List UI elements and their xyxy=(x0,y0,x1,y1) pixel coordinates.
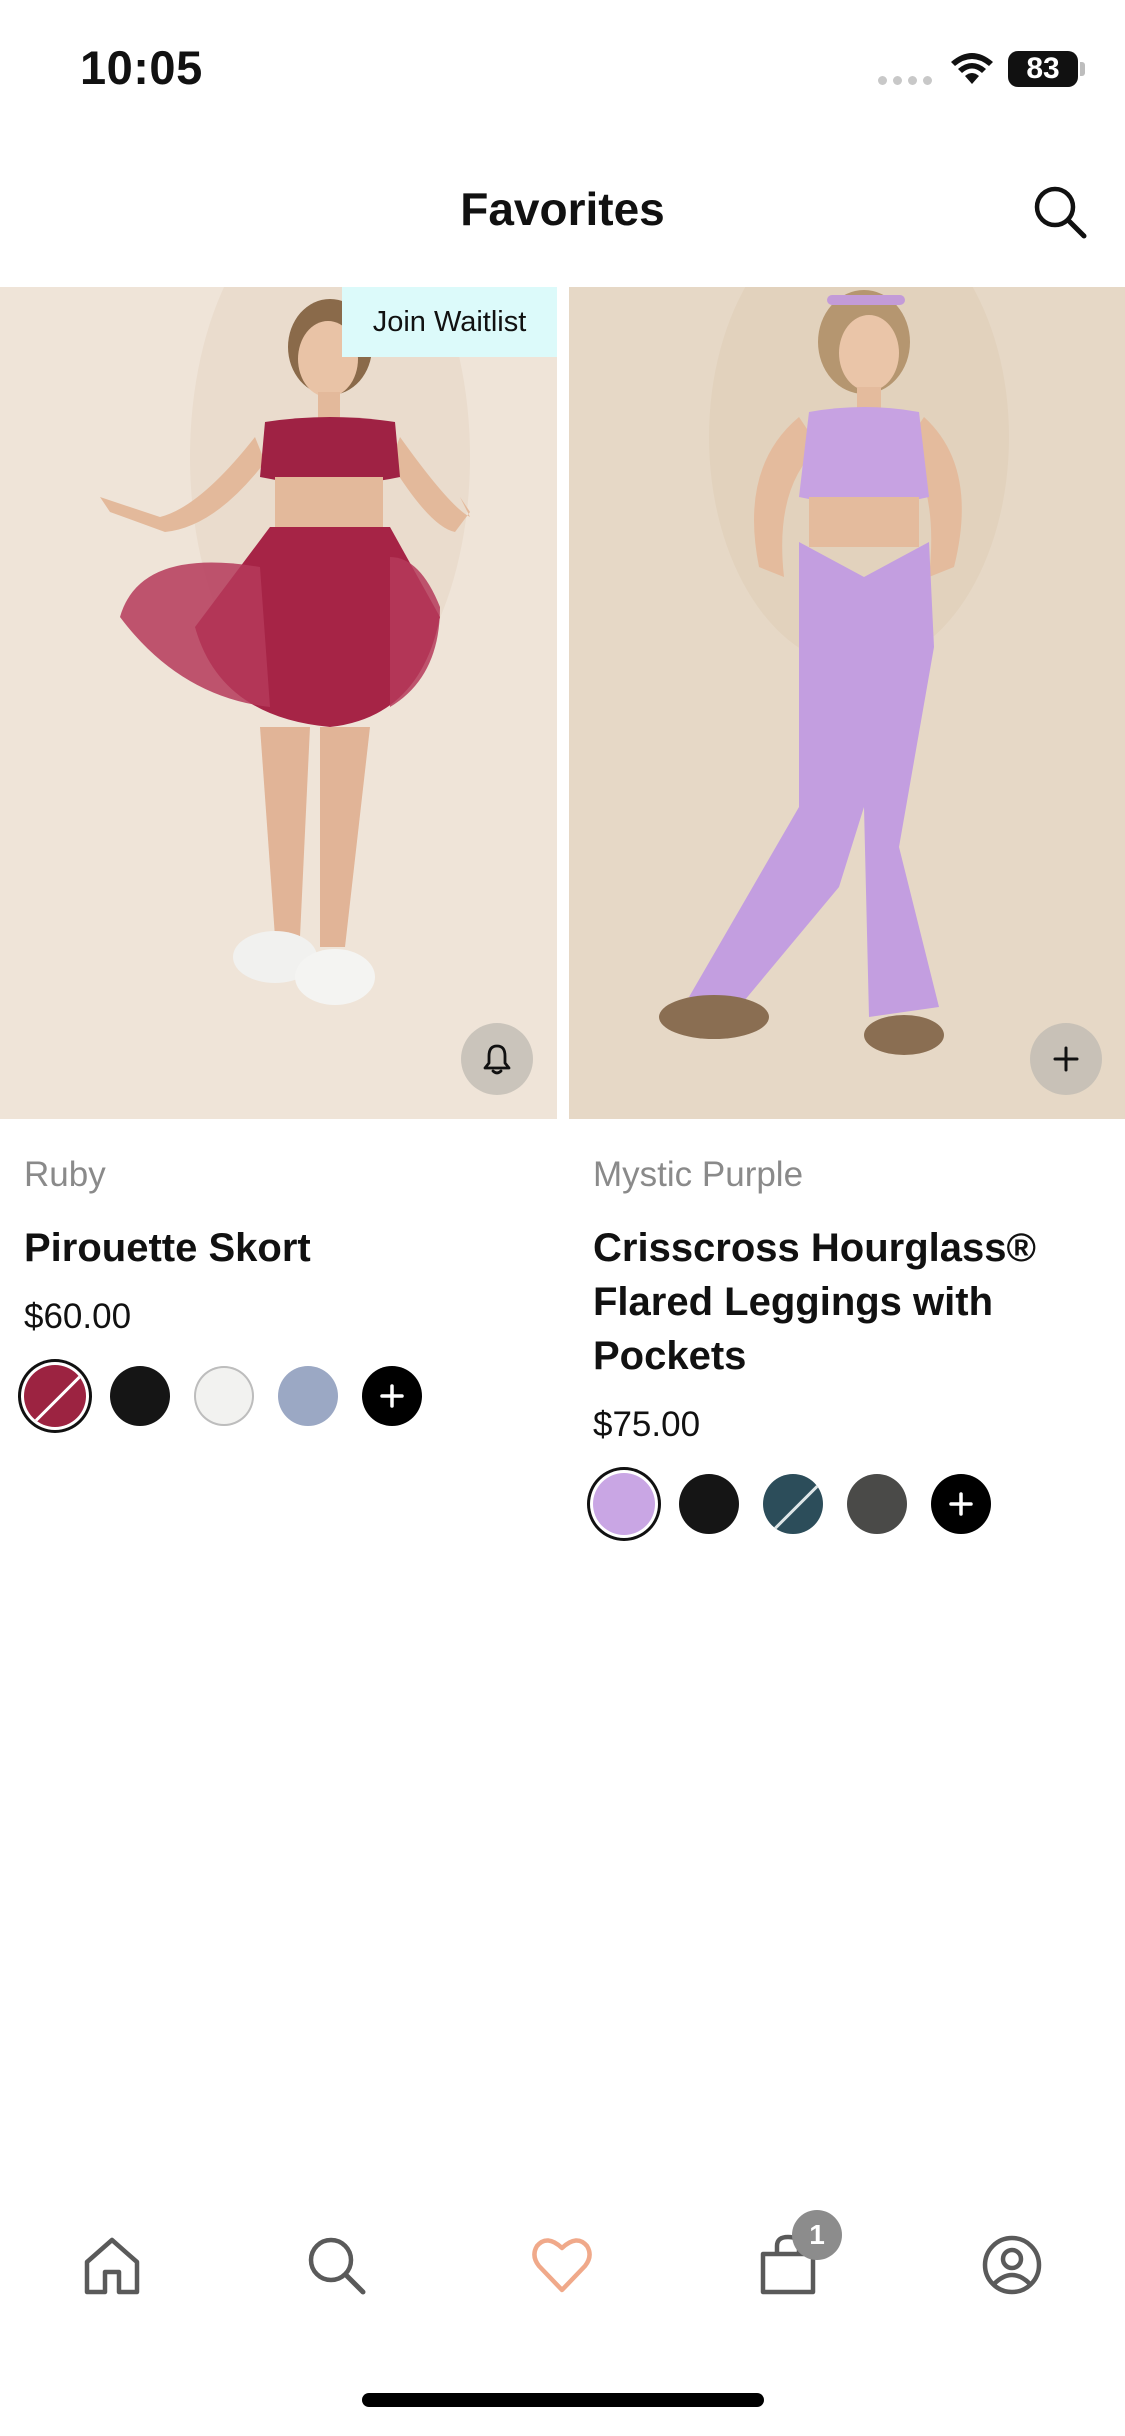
product-image[interactable]: Join Waitlist xyxy=(0,287,557,1119)
color-swatch[interactable] xyxy=(847,1474,907,1534)
home-indicator xyxy=(362,2393,764,2407)
product-price: $60.00 xyxy=(24,1297,132,1336)
plus-icon[interactable] xyxy=(1030,1023,1102,1095)
status-time: 10:05 xyxy=(80,41,203,94)
model-photo xyxy=(569,287,1125,1119)
color-swatch[interactable] xyxy=(679,1474,739,1534)
cart-count-badge: 1 xyxy=(792,2210,842,2260)
status-bar: 10:05 83 xyxy=(0,0,1125,135)
model-photo xyxy=(0,287,557,1119)
bottom-navigation: 1 xyxy=(0,2210,1125,2345)
color-swatch[interactable] xyxy=(278,1366,338,1426)
color-swatch[interactable] xyxy=(110,1366,170,1426)
header: Favorites xyxy=(0,150,1125,275)
color-swatch[interactable] xyxy=(593,1473,655,1535)
join-waitlist-badge[interactable]: Join Waitlist xyxy=(342,287,557,357)
color-swatch[interactable] xyxy=(194,1366,254,1426)
color-swatch[interactable] xyxy=(763,1474,823,1534)
battery-icon: 83 xyxy=(1008,51,1078,87)
page-title: Favorites xyxy=(460,183,665,235)
search-icon[interactable] xyxy=(1030,182,1090,242)
product-price: $75.00 xyxy=(593,1405,701,1444)
color-swatch[interactable] xyxy=(24,1365,86,1427)
product-color-name: Ruby xyxy=(24,1155,106,1194)
bell-icon[interactable] xyxy=(461,1023,533,1095)
product-image[interactable] xyxy=(569,287,1125,1119)
search-icon[interactable] xyxy=(296,2225,376,2305)
more-colors-button[interactable] xyxy=(931,1474,991,1534)
product-name[interactable]: Pirouette Skort xyxy=(24,1221,533,1275)
heart-icon[interactable] xyxy=(522,2225,602,2305)
plus-icon xyxy=(949,1492,973,1516)
product-name[interactable]: Crisscross Hourglass® Flared Leggings wi… xyxy=(593,1221,1102,1383)
account-icon[interactable] xyxy=(972,2225,1052,2305)
color-swatches xyxy=(593,1473,1125,1535)
home-icon[interactable] xyxy=(72,2225,152,2305)
cellular-signal-icon xyxy=(878,76,932,85)
product-color-name: Mystic Purple xyxy=(593,1155,804,1194)
wifi-icon xyxy=(951,53,993,84)
product-card[interactable]: Join Waitlist Ruby Pirouette Skort $60.0… xyxy=(0,287,557,1427)
battery-cap xyxy=(1080,62,1085,76)
product-card[interactable]: Mystic Purple Crisscross Hourglass® Flar… xyxy=(569,287,1125,1535)
color-swatches xyxy=(24,1365,557,1427)
more-colors-button[interactable] xyxy=(362,1366,422,1426)
plus-icon xyxy=(380,1384,404,1408)
